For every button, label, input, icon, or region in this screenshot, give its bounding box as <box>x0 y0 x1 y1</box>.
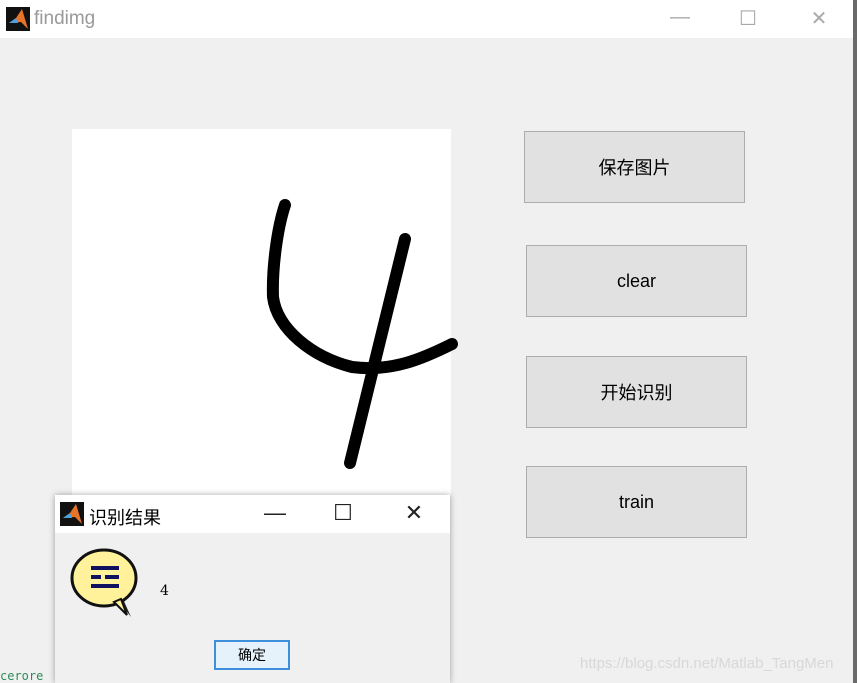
window-title: findimg <box>34 8 96 29</box>
matlab-logo-icon <box>60 502 84 526</box>
maximize-icon[interactable]: ☐ <box>733 6 763 31</box>
result-dialog: 识别结果 — ☐ ✕ 4 确定 <box>55 495 450 683</box>
recognize-button[interactable]: 开始识别 <box>526 356 747 428</box>
drawing-canvas[interactable] <box>72 129 458 495</box>
ok-button[interactable]: 确定 <box>214 640 290 670</box>
title-bar: findimg — ☐ ✕ <box>0 0 853 38</box>
minimize-icon[interactable]: — <box>260 500 290 526</box>
result-message: 4 <box>160 583 169 599</box>
background-text: cerore <box>0 672 44 683</box>
dialog-title: 识别结果 <box>89 508 161 528</box>
handwritten-digit <box>266 199 458 469</box>
dialog-title-bar: 识别结果 — ☐ ✕ <box>55 495 450 533</box>
minimize-icon[interactable]: — <box>665 6 695 29</box>
maximize-icon[interactable]: ☐ <box>328 500 358 526</box>
watermark: https://blog.csdn.net/Matlab_TangMen <box>580 655 834 672</box>
save-image-button[interactable]: 保存图片 <box>524 131 745 203</box>
train-button[interactable]: train <box>526 466 747 538</box>
close-icon[interactable]: ✕ <box>399 500 429 526</box>
matlab-logo-icon <box>6 7 30 31</box>
close-icon[interactable]: ✕ <box>804 6 834 31</box>
help-speech-bubble-icon <box>70 548 138 617</box>
background-window-edge <box>853 0 857 683</box>
clear-button[interactable]: clear <box>526 245 747 317</box>
